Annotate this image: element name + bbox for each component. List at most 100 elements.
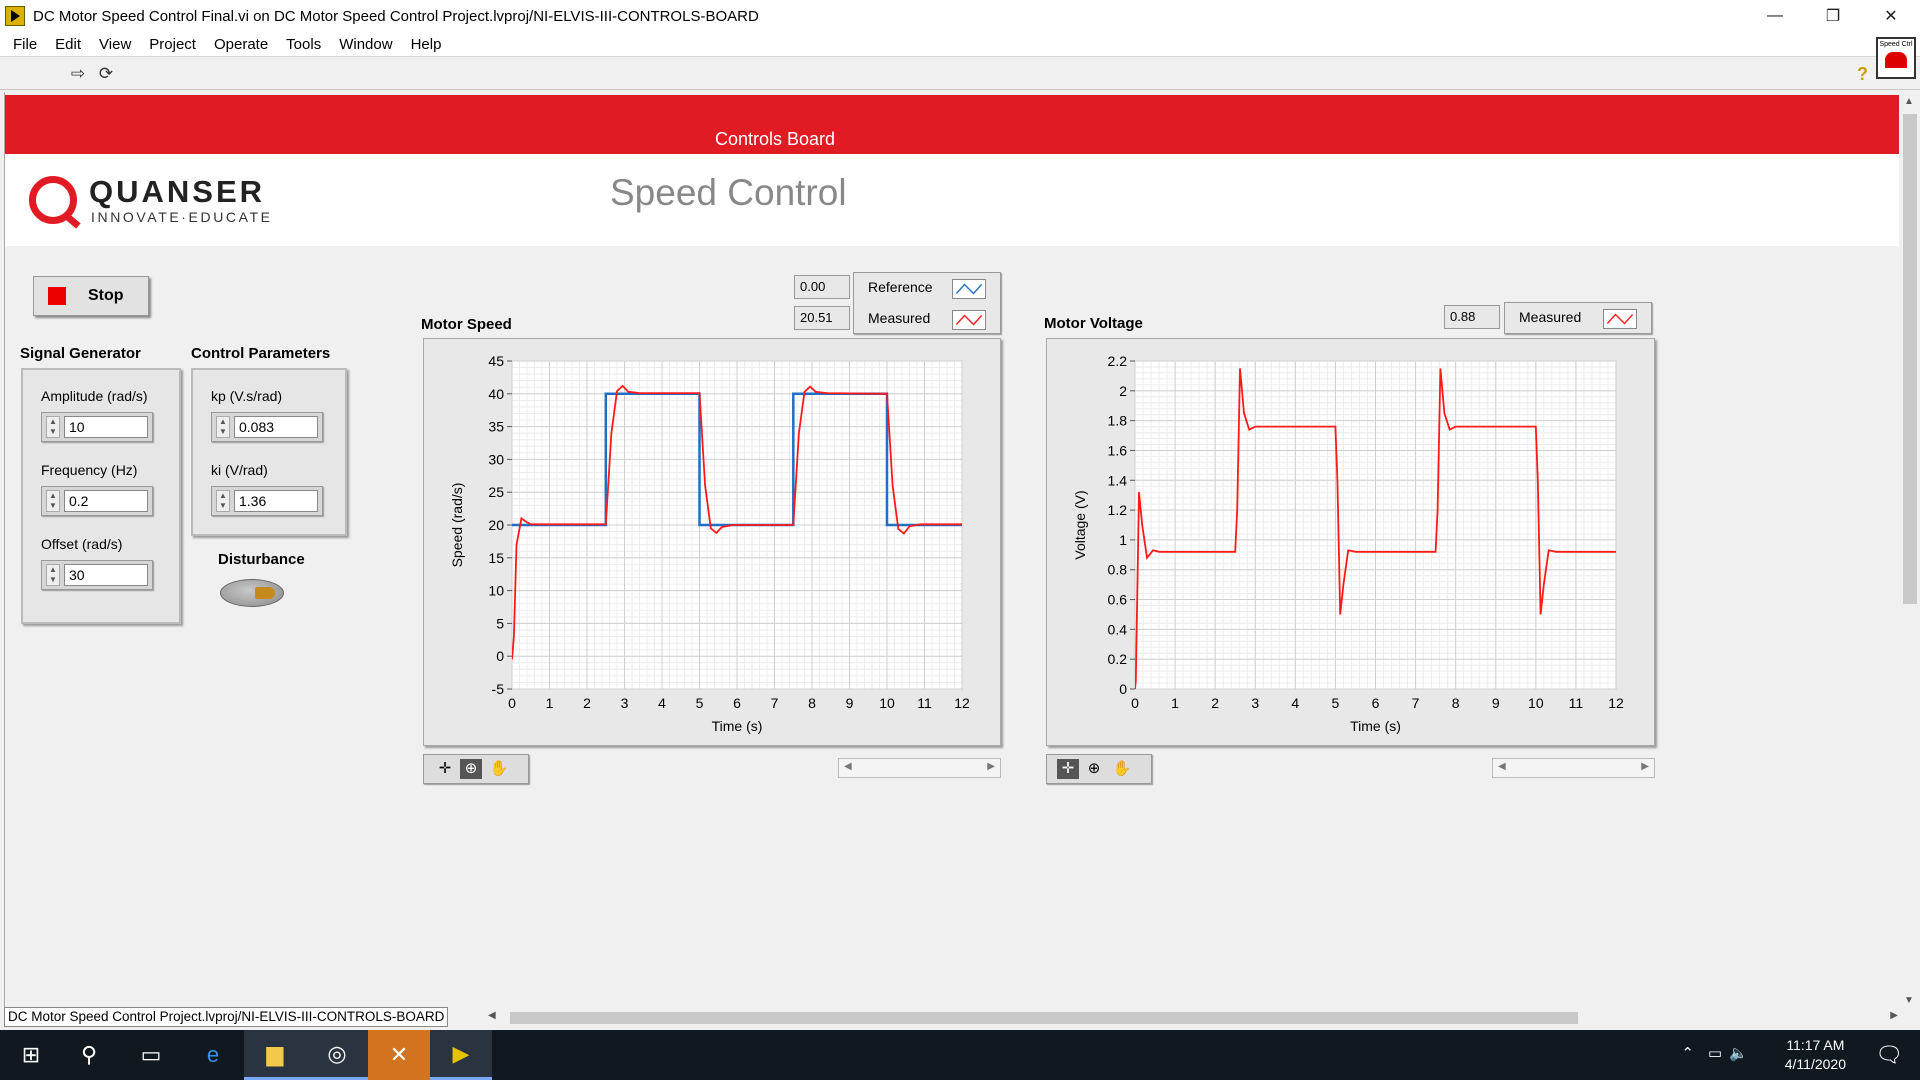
x-tick-label: 3: [621, 695, 629, 711]
motor-voltage-chart[interactable]: 0 1 2 3 4 5 6 7 8 9 10 11 12 0 0.2 0.4 0.6 0.8 1 1.2 1.4 1.6 1…: [1046, 338, 1655, 746]
x-tick-label: 6: [1372, 695, 1380, 711]
menu-help[interactable]: Help: [402, 36, 451, 53]
frequency-input[interactable]: 0.2: [64, 490, 148, 512]
scroll-right-icon[interactable]: ▶: [1890, 1010, 1898, 1021]
notification-center-icon[interactable]: 🗨: [1858, 1030, 1920, 1080]
ki-spinner[interactable]: ▲ ▼: [216, 490, 230, 512]
minimize-button[interactable]: —: [1746, 0, 1804, 32]
motor-speed-chart[interactable]: 0 1 2 3 4 5 6 7 8 9 10 11 12 -5 0 5 10 15 20 25 30 35 40 45 Time…: [423, 338, 1001, 746]
menu-view[interactable]: View: [90, 36, 140, 53]
volume-icon[interactable]: 🔈: [1729, 1044, 1748, 1062]
run-continuously-icon[interactable]: ⟳: [96, 64, 116, 84]
kp-label: kp (V.s/rad): [211, 388, 283, 404]
window-horizontal-scrollbar[interactable]: ◀ ▶: [488, 1010, 1898, 1026]
frequency-label: Frequency (Hz): [41, 462, 138, 478]
x-tick-label: 8: [1452, 695, 1460, 711]
menu-window[interactable]: Window: [330, 36, 401, 53]
menu-file[interactable]: File: [4, 36, 46, 53]
amplitude-input[interactable]: 10: [64, 416, 148, 438]
scroll-down-icon[interactable]: ▼: [1904, 995, 1914, 1006]
stop-button[interactable]: Stop: [33, 276, 149, 316]
voltage-plot-legend[interactable]: Measured: [1504, 302, 1652, 334]
amplitude-label: Amplitude (rad/s): [41, 388, 148, 404]
vertical-scroll-thumb[interactable]: [1903, 114, 1917, 604]
restore-button[interactable]: ❐: [1804, 0, 1862, 32]
window-titlebar: DC Motor Speed Control Final.vi on DC Mo…: [0, 0, 1920, 32]
signal-generator-title: Signal Generator: [20, 345, 141, 362]
window-vertical-scrollbar[interactable]: ▲ ▼: [1900, 92, 1920, 1010]
y-tick-label: 0.6: [1108, 592, 1128, 608]
menu-operate[interactable]: Operate: [205, 36, 277, 53]
x-tick-label: 0: [508, 695, 516, 711]
x-tick-label: 12: [1608, 695, 1624, 711]
start-windows-icon[interactable]: ⊞: [0, 1030, 62, 1080]
pan-hand-icon[interactable]: ✋: [1111, 759, 1133, 779]
zoom-icon[interactable]: ⊕: [1083, 759, 1105, 779]
cursor-move-icon[interactable]: ✛: [434, 759, 456, 779]
x-tick-label: 0: [1131, 695, 1139, 711]
scroll-up-icon[interactable]: ▲: [1904, 96, 1914, 107]
close-button[interactable]: ✕: [1862, 0, 1920, 32]
speed-plot-legend[interactable]: Reference Measured: [853, 272, 1001, 334]
horizontal-scroll-thumb[interactable]: [510, 1012, 1578, 1024]
pan-hand-icon[interactable]: ✋: [488, 759, 510, 779]
windows-taskbar: ⊞ ⚲ ▭ e ▆ ◎ ✕ ▶ ⌃ ▭ 🔈 11:17 AM 4/11/2020…: [0, 1030, 1920, 1080]
offset-input[interactable]: 30: [64, 564, 148, 586]
scroll-left-icon[interactable]: ◀: [488, 1010, 496, 1021]
voltage-chart-scrollbar[interactable]: ◀ ▶: [1492, 758, 1655, 778]
y-tick-label: 20: [488, 517, 504, 533]
offset-spinner[interactable]: ▲ ▼: [46, 564, 60, 586]
disturbance-toggle[interactable]: [220, 579, 284, 607]
scroll-right-icon[interactable]: ▶: [987, 761, 995, 772]
cursor-move-icon[interactable]: ✛: [1057, 759, 1079, 779]
scroll-left-icon[interactable]: ◀: [844, 761, 852, 772]
tray-overflow-icon[interactable]: ⌃: [1681, 1044, 1694, 1062]
kp-control[interactable]: ▲ ▼ 0.083: [211, 412, 323, 442]
kp-spinner[interactable]: ▲ ▼: [216, 416, 230, 438]
speed-chart-scrollbar[interactable]: ◀ ▶: [838, 758, 1001, 778]
x-axis-label: Time (s): [712, 718, 763, 734]
task-view-icon[interactable]: ▭: [120, 1030, 182, 1080]
project-target-path: DC Motor Speed Control Project.lvproj/NI…: [4, 1007, 449, 1027]
context-help-icon[interactable]: ?: [1857, 64, 1868, 85]
chart-svg-0: 0 1 2 3 4 5 6 7 8 9 10 11 12-5051015202530354045Time…: [449, 353, 970, 734]
network-icon[interactable]: ▭: [1708, 1044, 1722, 1062]
legend-item-measured[interactable]: Measured: [854, 306, 1000, 332]
vi-icon-text: Speed Ctrl: [1879, 41, 1913, 48]
menu-tools[interactable]: Tools: [277, 36, 330, 53]
header: QUANSER INNOVATE·EDUCATE Speed Control: [5, 154, 1899, 246]
labview-vi-taskbar-icon[interactable]: ▶: [430, 1030, 492, 1080]
motor-voltage-title: Motor Voltage: [1044, 315, 1143, 332]
x-tick-label: 9: [846, 695, 854, 711]
taskbar-clock[interactable]: 11:17 AM 4/11/2020: [1785, 1036, 1846, 1074]
run-arrow-icon[interactable]: ⇨: [68, 64, 88, 84]
offset-control[interactable]: ▲ ▼ 30: [41, 560, 153, 590]
kp-input[interactable]: 0.083: [234, 416, 318, 438]
scroll-right-icon[interactable]: ▶: [1641, 761, 1649, 772]
file-explorer-icon[interactable]: ▆: [244, 1030, 306, 1080]
y-tick-label: 45: [488, 353, 504, 369]
y-tick-label: 35: [488, 419, 504, 435]
search-icon[interactable]: ⚲: [58, 1030, 120, 1080]
labview-project-icon[interactable]: ✕: [368, 1030, 430, 1080]
amplitude-spinner[interactable]: ▲ ▼: [46, 416, 60, 438]
zoom-icon[interactable]: ⊕: [460, 759, 482, 779]
y-tick-label: 1.8: [1108, 413, 1128, 429]
menu-project[interactable]: Project: [140, 36, 205, 53]
x-tick-label: 2: [1211, 695, 1219, 711]
ki-control[interactable]: ▲ ▼ 1.36: [211, 486, 323, 516]
scroll-left-icon[interactable]: ◀: [1498, 761, 1506, 772]
amplitude-control[interactable]: ▲ ▼ 10: [41, 412, 153, 442]
y-tick-label: 0.2: [1108, 651, 1128, 667]
ki-input[interactable]: 1.36: [234, 490, 318, 512]
menu-edit[interactable]: Edit: [46, 36, 90, 53]
banner-text: Controls Board: [715, 129, 836, 149]
measurement-app-icon[interactable]: ◎: [306, 1030, 368, 1080]
frequency-spinner[interactable]: ▲ ▼: [46, 490, 60, 512]
voltage-graph-palette: ✛ ⊕ ✋: [1046, 754, 1152, 784]
x-axis-label: Time (s): [1350, 718, 1401, 734]
legend-item-reference[interactable]: Reference: [854, 275, 1000, 301]
legend-item-voltage-measured[interactable]: Measured: [1505, 305, 1651, 331]
frequency-control[interactable]: ▲ ▼ 0.2: [41, 486, 153, 516]
internet-explorer-icon[interactable]: e: [182, 1030, 244, 1080]
